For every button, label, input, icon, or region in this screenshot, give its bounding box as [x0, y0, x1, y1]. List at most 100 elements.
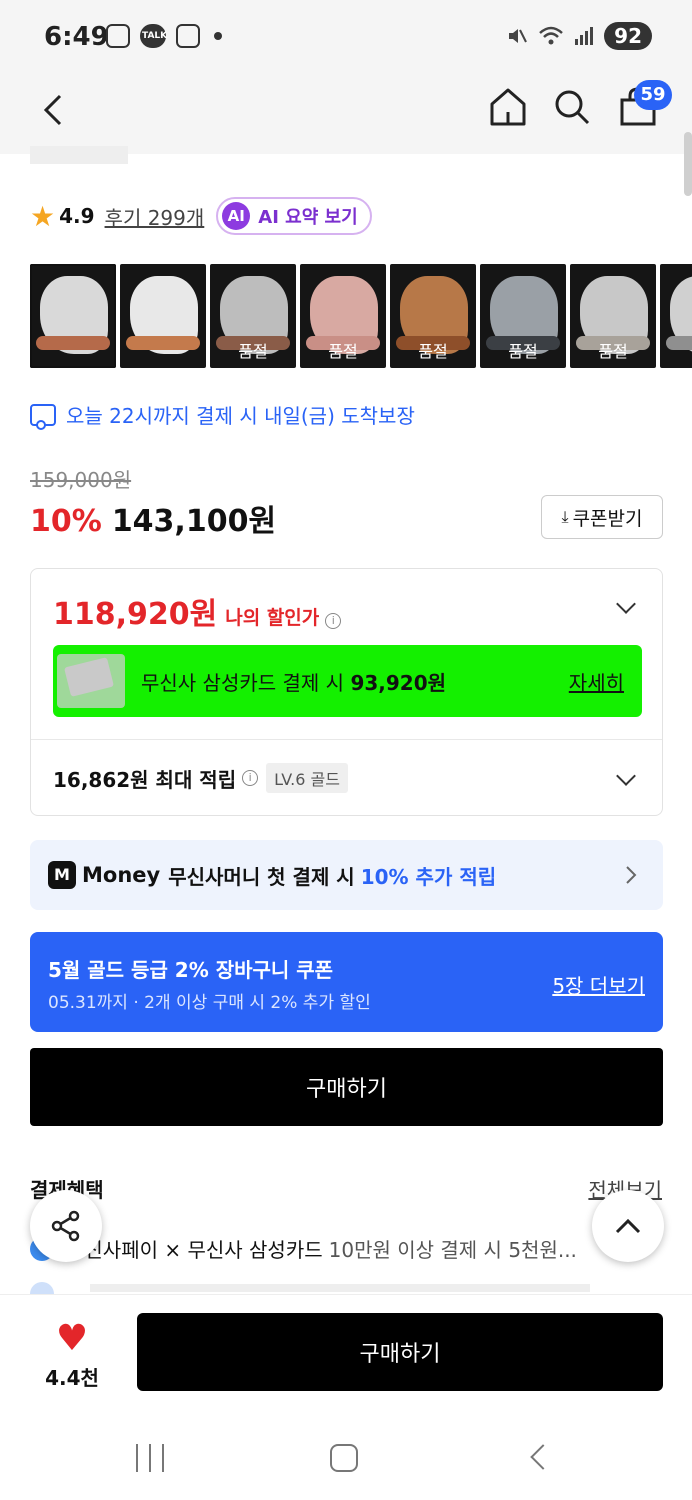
- ai-icon: AI: [222, 202, 251, 230]
- max-points: 16,862원 최대 적립: [53, 767, 237, 792]
- color-thumbnail[interactable]: 품절: [570, 264, 656, 368]
- kakaotalk-icon: TALK: [140, 24, 167, 48]
- sale-price-row: 10% 143,100원: [30, 496, 276, 540]
- wifi-icon: [539, 26, 563, 45]
- shoe-sole: [36, 336, 110, 350]
- delivery-truck-icon: [30, 403, 56, 430]
- share-icon: [51, 1210, 80, 1242]
- info-icon[interactable]: i: [242, 770, 259, 786]
- original-price: 159,000원: [30, 468, 132, 492]
- coupon-subtitle: 05.31까지 · 2개 이상 구매 시 2% 추가 할인: [48, 993, 371, 1013]
- system-back-icon[interactable]: [530, 1444, 556, 1470]
- coupon-title: 5월 골드 등급 2% 장바구니 쿠폰: [48, 958, 334, 982]
- notification-icons: TALK: [106, 24, 222, 48]
- money-accent: 10% 추가 적립: [360, 864, 497, 889]
- bottom-buy-button[interactable]: 구매하기: [137, 1313, 663, 1391]
- chevron-down-icon[interactable]: [616, 766, 636, 786]
- benefit-label: 무신사페이 × 무신사 삼성카드: [66, 1238, 323, 1262]
- heart-icon: ♥: [55, 1317, 89, 1359]
- system-home-icon[interactable]: [330, 1444, 358, 1472]
- download-icon: ⤓: [561, 507, 569, 526]
- rating-value: 4.9: [59, 204, 95, 228]
- home-icon[interactable]: [488, 86, 528, 128]
- my-price-label: 나의 할인가: [225, 607, 320, 629]
- sold-out-label: 품절: [238, 342, 268, 361]
- buy-button[interactable]: 구매하기: [30, 1048, 663, 1126]
- scrollbar-thumb[interactable]: [684, 132, 692, 196]
- sold-out-label: 품절: [508, 342, 538, 361]
- color-thumbnail[interactable]: 품: [660, 264, 692, 368]
- like-count: 4.4천: [45, 1365, 99, 1390]
- back-icon[interactable]: [36, 90, 76, 130]
- battery-level: 92: [604, 22, 652, 50]
- card-detail-link[interactable]: 자세히: [569, 667, 624, 696]
- system-status: 92: [506, 22, 652, 50]
- samsung-card-banner[interactable]: 무신사 삼성카드 결제 시 93,920원 자세히: [53, 645, 642, 717]
- color-option-thumbnails: 품절 품절 품절 품절 품절 품: [30, 264, 692, 368]
- chevron-up-icon: [615, 1218, 641, 1234]
- shoe-sole: [126, 336, 200, 350]
- delivery-text: 오늘 22시까지 결제 시 내일(금) 도착보장: [66, 404, 415, 428]
- member-level-badge: LV.6 골드: [266, 763, 348, 793]
- sale-price: 143,100원: [111, 504, 277, 539]
- color-thumbnail[interactable]: 품절: [300, 264, 386, 368]
- cart-count-badge: 59: [634, 80, 672, 110]
- bottom-action-bar: ♥ 4.4천 구매하기: [0, 1294, 692, 1412]
- money-text: 무신사머니 첫 결제 시: [168, 864, 355, 889]
- musinsa-money-banner[interactable]: M Money 무신사머니 첫 결제 시 10% 추가 적립: [30, 840, 663, 910]
- benefit-condition: 10만원 이상 결제 시 5천원...: [328, 1238, 577, 1262]
- color-thumbnail[interactable]: 품절: [210, 264, 296, 368]
- screenshot-icon: [106, 24, 130, 48]
- benefit-item: 무신사페이 × 무신사 삼성카드 10만원 이상 결제 시 5천원...: [30, 1234, 577, 1263]
- chevron-down-icon[interactable]: [616, 594, 636, 614]
- color-thumbnail[interactable]: [30, 264, 116, 368]
- my-price-box: 118,920원 나의 할인가 i 무신사 삼성카드 결제 시 93,920원 …: [30, 568, 663, 816]
- like-button[interactable]: ♥ 4.4천: [30, 1315, 114, 1395]
- recents-icon[interactable]: [136, 1444, 164, 1472]
- color-thumbnail[interactable]: 품절: [390, 264, 476, 368]
- points-row[interactable]: 16,862원 최대 적립 i LV.6 골드: [53, 763, 348, 793]
- instagram-icon: [176, 24, 200, 48]
- coupon-button-label: 쿠폰받기: [572, 507, 643, 530]
- chevron-right-icon: [626, 866, 637, 884]
- my-price-row[interactable]: 118,920원 나의 할인가 i: [53, 589, 342, 633]
- sold-out-label: 품: [660, 338, 692, 362]
- brand-tag-partial: [30, 146, 128, 164]
- card-benefit-label: 무신사 삼성카드 결제 시: [141, 670, 345, 695]
- signal-icon: [575, 27, 594, 45]
- scroll-top-button[interactable]: [592, 1190, 664, 1262]
- rating-row: ★ 4.9 후기 299개 AI AI 요약 보기: [30, 196, 372, 236]
- system-navigation: [0, 1412, 692, 1500]
- ai-summary-button[interactable]: AI AI 요약 보기: [216, 197, 372, 235]
- info-icon[interactable]: i: [325, 613, 342, 629]
- color-thumbnail[interactable]: [120, 264, 206, 368]
- color-thumbnail[interactable]: 품절: [480, 264, 566, 368]
- status-time: 6:49: [44, 22, 109, 52]
- card-benefit-price: 93,920원: [350, 670, 447, 695]
- delivery-guarantee: 오늘 22시까지 결제 시 내일(금) 도착보장: [30, 400, 415, 430]
- sold-out-label: 품절: [328, 342, 358, 361]
- money-logo-icon: M: [48, 861, 76, 889]
- more-notifications-dot: [214, 32, 222, 40]
- coupon-more-link[interactable]: 5장 더보기: [552, 970, 645, 999]
- review-count-link[interactable]: 후기 299개: [105, 202, 205, 231]
- sold-out-label: 품절: [418, 342, 448, 361]
- ai-summary-label: AI 요약 보기: [258, 207, 358, 228]
- mute-icon: [509, 29, 528, 43]
- my-price: 118,920원: [53, 597, 218, 632]
- pay-icon: [30, 1282, 54, 1294]
- divider: [31, 739, 662, 740]
- grade-coupon-banner[interactable]: 5월 골드 등급 2% 장바구니 쿠폰 05.31까지 · 2개 이상 구매 시…: [30, 932, 663, 1032]
- benefit-text-partial: [90, 1284, 590, 1292]
- benefit-item-partial: [30, 1282, 692, 1294]
- money-brand: Money: [82, 863, 161, 887]
- search-icon[interactable]: [552, 86, 592, 128]
- star-icon: ★: [30, 199, 56, 233]
- top-nav: [0, 76, 692, 154]
- card-benefit-text: 무신사 삼성카드 결제 시 93,920원: [141, 667, 569, 696]
- coupon-download-button[interactable]: ⤓ 쿠폰받기: [541, 495, 663, 539]
- status-bar: 6:49 TALK 92: [0, 0, 692, 76]
- discount-rate: 10%: [30, 504, 102, 539]
- share-button[interactable]: [30, 1190, 102, 1262]
- sold-out-label: 품절: [598, 342, 628, 361]
